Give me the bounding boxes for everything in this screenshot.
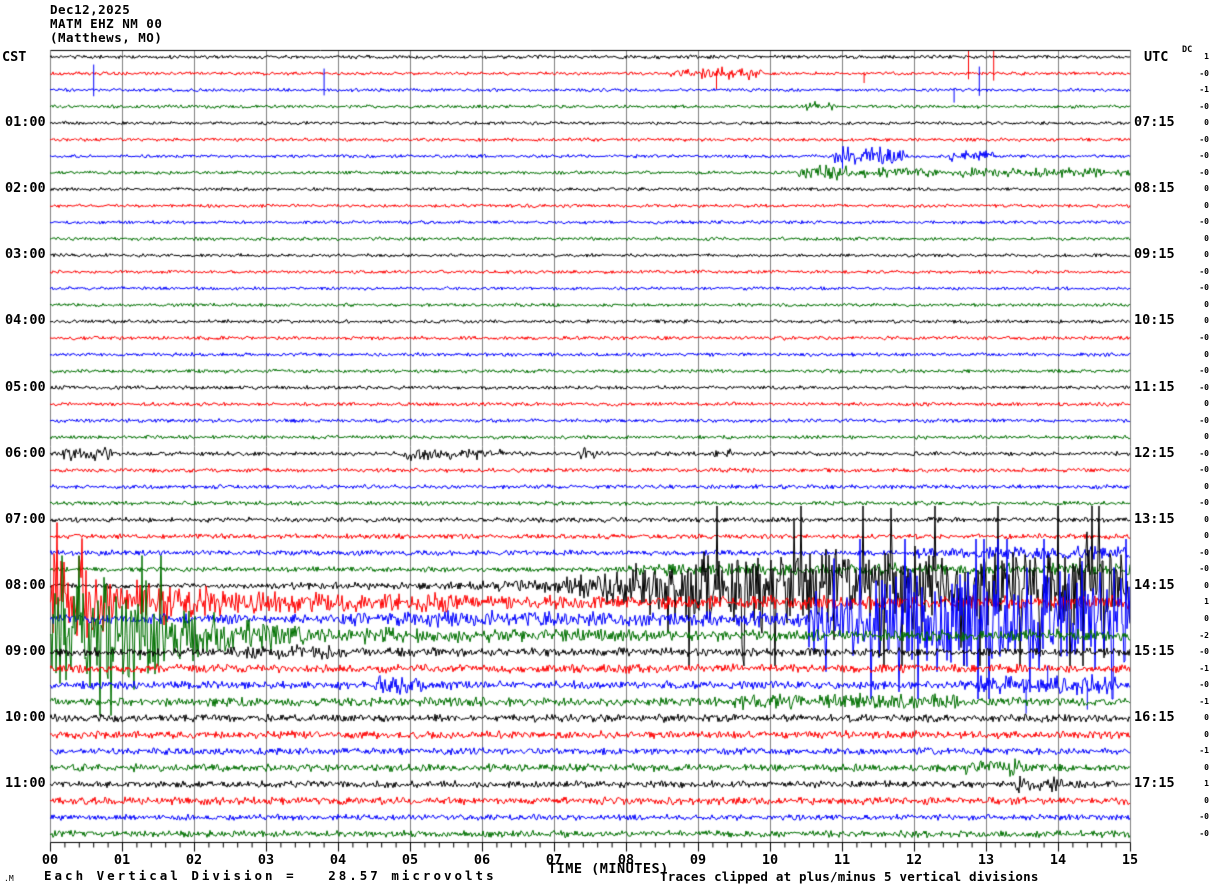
dc-value: 0	[1204, 729, 1209, 739]
x-tick-label: 12	[905, 852, 923, 868]
dc-value: -0	[1199, 448, 1209, 458]
left-time-label: 08:00	[5, 576, 46, 593]
dc-value: 0	[1204, 614, 1209, 624]
left-time-label: 06:00	[5, 444, 46, 461]
left-time-label: 11:00	[5, 775, 46, 792]
dc-value: -0	[1199, 283, 1209, 293]
dc-value: -0	[1199, 266, 1209, 276]
dc-value: -0	[1199, 151, 1209, 161]
right-time-label: 16:15	[1134, 709, 1175, 726]
dc-value: 0	[1204, 316, 1209, 326]
left-time-label: 05:00	[5, 378, 46, 395]
right-time-label: 17:15	[1134, 775, 1175, 792]
right-time-label: 13:15	[1134, 510, 1175, 527]
right-time-label: 11:15	[1134, 378, 1175, 395]
right-time-label: 10:15	[1134, 312, 1175, 329]
dc-value: 0	[1204, 580, 1209, 590]
x-tick-label: 14	[1049, 852, 1067, 868]
dc-value: 1	[1204, 779, 1209, 789]
dc-value: -0	[1199, 465, 1209, 475]
dc-value: 0	[1204, 299, 1209, 309]
dc-value: 0	[1204, 481, 1209, 491]
left-time-label: 09:00	[5, 643, 46, 660]
x-tick-label: 11	[833, 852, 851, 868]
dc-value: 0	[1204, 118, 1209, 128]
x-tick-label: 00	[41, 852, 59, 868]
right-time-label: 15:15	[1134, 643, 1175, 660]
dc-value: -0	[1199, 101, 1209, 111]
dc-value: -0	[1199, 647, 1209, 657]
x-tick-label: 04	[329, 852, 347, 868]
dc-value: -0	[1199, 167, 1209, 177]
dc-value: -0	[1199, 828, 1209, 838]
header-station: MATM EHZ NM 00	[50, 16, 163, 31]
x-tick-label: 05	[401, 852, 419, 868]
dc-value: 0	[1204, 233, 1209, 243]
dc-value: -0	[1199, 366, 1209, 376]
x-tick-label: 01	[113, 852, 131, 868]
x-tick-label: 10	[761, 852, 779, 868]
right-time-label: 08:15	[1134, 180, 1175, 197]
dc-value: 0	[1204, 184, 1209, 194]
x-axis-title: TIME (MINUTES)	[548, 861, 669, 877]
dc-value: -2	[1199, 630, 1209, 640]
right-timezone-label: UTC	[1144, 49, 1169, 65]
x-tick-label: 15	[1121, 852, 1139, 868]
right-time-label: 14:15	[1134, 576, 1175, 593]
dc-value: 0	[1204, 349, 1209, 359]
dc-value: 0	[1204, 200, 1209, 210]
dc-value: -0	[1199, 680, 1209, 690]
clip-note: Traces clipped at plus/minus 5 vertical …	[660, 869, 1039, 884]
dc-value: 1	[1204, 52, 1209, 61]
dc-value: 0	[1204, 795, 1209, 805]
helicorder-page: Dec12,2025 MATM EHZ NM 00 (Matthews, MO)…	[0, 0, 1210, 886]
dc-value: -0	[1199, 547, 1209, 557]
x-tick-label: 03	[257, 852, 275, 868]
left-time-label: 03:00	[5, 246, 46, 263]
header-date: Dec12,2025	[50, 2, 131, 17]
x-tick-label: 06	[473, 852, 491, 868]
dc-value: -0	[1199, 134, 1209, 144]
dc-value: 0	[1204, 514, 1209, 524]
dc-value: 1	[1204, 597, 1209, 607]
dc-value: -0	[1199, 564, 1209, 574]
watermark: .M	[4, 874, 14, 883]
left-time-label: 01:00	[5, 114, 46, 131]
dc-value: -1	[1199, 746, 1209, 756]
left-time-label: 10:00	[5, 709, 46, 726]
dc-value: 0	[1204, 762, 1209, 772]
dc-value: -1	[1199, 85, 1209, 95]
dc-value: -0	[1199, 812, 1209, 822]
left-time-label: 02:00	[5, 180, 46, 197]
x-tick-label: 13	[977, 852, 995, 868]
x-tick-label: 02	[185, 852, 203, 868]
dc-value: -1	[1199, 696, 1209, 706]
left-time-label: 07:00	[5, 510, 46, 527]
dc-value: 0	[1204, 531, 1209, 541]
right-time-label: 12:15	[1134, 444, 1175, 461]
left-time-label: 04:00	[5, 312, 46, 329]
left-timezone-label: CST	[2, 49, 27, 65]
dc-value: -0	[1199, 415, 1209, 425]
dc-value: 0	[1204, 713, 1209, 723]
right-time-label: 07:15	[1134, 114, 1175, 131]
right-time-label: 09:15	[1134, 246, 1175, 263]
dc-value: 0	[1204, 399, 1209, 409]
dc-value: -0	[1199, 498, 1209, 508]
dc-value: -0	[1199, 68, 1209, 78]
header-location: (Matthews, MO)	[50, 30, 163, 45]
dc-value: -0	[1199, 333, 1209, 342]
dc-value: -1	[1199, 663, 1209, 673]
scale-note: Each Vertical Division = 28.57 microvolt…	[44, 868, 497, 883]
x-tick-label: 09	[689, 852, 707, 868]
seismogram-canvas	[0, 0, 1210, 886]
dc-value: -0	[1199, 382, 1209, 392]
dc-value: 0	[1204, 250, 1209, 260]
dc-value: 0	[1204, 432, 1209, 442]
dc-value: -0	[1199, 217, 1209, 227]
